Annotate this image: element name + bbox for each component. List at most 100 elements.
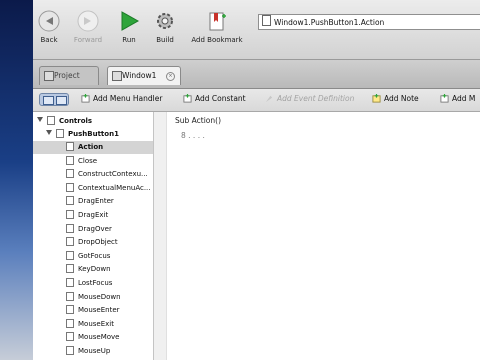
tab-project[interactable]: Project bbox=[39, 66, 99, 85]
event-item[interactable]: MouseDown bbox=[33, 291, 153, 304]
add-event-definition-button[interactable]: Add Event Definition bbox=[265, 94, 354, 103]
add-menu-handler-label: Add Menu Handler bbox=[93, 94, 163, 103]
event-item-label: DragEnter bbox=[78, 197, 114, 206]
event-method-icon bbox=[66, 332, 74, 342]
build-button[interactable]: Build bbox=[151, 10, 179, 44]
event-method-icon bbox=[66, 291, 74, 301]
event-item-label: ConstructContexu... bbox=[78, 170, 148, 179]
event-item-label: MouseDown bbox=[78, 292, 121, 301]
add-event-definition-icon bbox=[265, 95, 273, 103]
document-icon bbox=[262, 15, 271, 26]
event-item[interactable]: ContextualMenuAc... bbox=[33, 182, 153, 195]
ide-window: Back Forward Run Build Add Bookmark Wind… bbox=[33, 0, 480, 360]
bookmark-icon bbox=[209, 12, 226, 31]
disclosure-triangle-icon bbox=[46, 130, 52, 135]
event-item-label: MouseMove bbox=[78, 333, 120, 342]
event-item[interactable]: MouseEnter bbox=[33, 304, 153, 317]
controls-group[interactable]: Controls bbox=[37, 115, 92, 128]
event-item[interactable]: GotFocus bbox=[33, 250, 153, 263]
event-item-label: LostFocus bbox=[78, 279, 113, 287]
tab-project-label: Project bbox=[54, 71, 80, 80]
pushbutton1-label: PushButton1 bbox=[68, 130, 119, 138]
controls-label: Controls bbox=[59, 117, 93, 125]
add-method-button[interactable]: Add M bbox=[440, 94, 475, 103]
controls-icon bbox=[47, 116, 55, 125]
code-editor[interactable]: Sub Action() 8 . . . . bbox=[154, 112, 480, 360]
event-item-label: DragOver bbox=[78, 224, 112, 233]
run-button[interactable]: Run bbox=[117, 10, 141, 44]
back-button[interactable]: Back bbox=[37, 10, 61, 44]
event-method-icon bbox=[66, 223, 74, 233]
run-play-icon bbox=[121, 11, 140, 31]
event-item-label: Close bbox=[78, 156, 98, 165]
event-item[interactable]: DragEnter bbox=[33, 195, 153, 208]
event-item[interactable]: MouseExit bbox=[33, 318, 153, 331]
event-item[interactable]: MouseMove bbox=[33, 331, 153, 344]
tab-bar: Project Window1 × bbox=[33, 60, 480, 89]
event-item-label: MouseExit bbox=[78, 319, 114, 328]
add-event-definition-label: Add Event Definition bbox=[277, 94, 355, 103]
add-note-label: Add Note bbox=[384, 94, 419, 103]
toolbar: Back Forward Run Build Add Bookmark Wind… bbox=[33, 0, 480, 60]
editor-gutter bbox=[154, 112, 167, 360]
build-label: Build bbox=[156, 36, 174, 44]
event-item[interactable]: Close bbox=[33, 155, 153, 168]
add-menu-handler-button[interactable]: Add Menu Handler bbox=[81, 94, 162, 103]
code-line[interactable]: 8 . . . . bbox=[181, 131, 205, 140]
project-icon bbox=[44, 71, 54, 81]
event-item[interactable]: Action bbox=[33, 141, 153, 154]
forward-label: Forward bbox=[73, 36, 103, 44]
event-method-icon bbox=[66, 169, 74, 179]
event-item[interactable]: LostFocus bbox=[33, 277, 153, 290]
event-method-icon bbox=[66, 318, 74, 328]
add-method-icon bbox=[440, 94, 449, 103]
event-method-icon bbox=[66, 237, 74, 247]
view-toggle[interactable] bbox=[39, 93, 69, 106]
back-arrow-icon bbox=[38, 10, 60, 32]
forward-arrow-icon bbox=[77, 10, 99, 32]
event-method-icon bbox=[66, 264, 74, 274]
event-item-label: DragExit bbox=[78, 211, 109, 219]
event-method-icon bbox=[66, 278, 74, 287]
event-method-icon bbox=[66, 346, 74, 355]
add-constant-label: Add Constant bbox=[195, 94, 246, 103]
add-note-icon bbox=[372, 94, 381, 103]
event-method-icon bbox=[66, 210, 74, 219]
event-method-icon bbox=[66, 305, 74, 315]
location-field[interactable]: Window1.PushButton1.Action bbox=[258, 14, 480, 30]
code-view-icon bbox=[56, 96, 67, 105]
event-method-icon bbox=[66, 250, 74, 260]
add-menu-handler-icon bbox=[81, 94, 90, 103]
event-method-icon bbox=[66, 182, 74, 192]
event-method-icon bbox=[66, 196, 74, 206]
event-item-label: MouseUp bbox=[78, 347, 111, 355]
location-path: Window1.PushButton1.Action bbox=[274, 18, 385, 27]
window-icon bbox=[112, 71, 122, 81]
event-item-label: DropObject bbox=[78, 238, 118, 247]
add-constant-button[interactable]: Add Constant bbox=[183, 94, 246, 103]
event-item[interactable]: ConstructContexu... bbox=[33, 168, 153, 181]
action-bar: Add Menu Handler Add Constant Add Event … bbox=[33, 89, 480, 112]
build-gear-icon bbox=[157, 13, 173, 29]
disclosure-triangle-icon bbox=[37, 117, 43, 122]
add-constant-icon bbox=[183, 94, 192, 103]
tab-window1[interactable]: Window1 × bbox=[107, 66, 181, 85]
event-item[interactable]: KeyDown bbox=[33, 263, 153, 276]
add-note-button[interactable]: Add Note bbox=[372, 94, 419, 103]
desktop-background bbox=[0, 0, 33, 360]
close-tab-icon[interactable]: × bbox=[166, 72, 175, 81]
event-item[interactable]: DragExit bbox=[33, 209, 153, 222]
event-item-label: MouseEnter bbox=[78, 306, 120, 315]
list-view-icon bbox=[43, 96, 54, 105]
event-item[interactable]: DropObject bbox=[33, 236, 153, 249]
add-bookmark-label: Add Bookmark bbox=[191, 36, 243, 44]
event-item[interactable]: DragOver bbox=[33, 223, 153, 236]
method-signature: Sub Action() bbox=[175, 116, 221, 125]
event-item-label: KeyDown bbox=[78, 265, 111, 274]
forward-button[interactable]: Forward bbox=[70, 10, 106, 44]
event-item[interactable]: MouseUp bbox=[33, 345, 153, 358]
tab-window1-label: Window1 bbox=[122, 71, 157, 80]
back-label: Back bbox=[40, 36, 58, 44]
pushbutton1-group[interactable]: PushButton1 bbox=[46, 128, 119, 141]
add-bookmark-button[interactable]: Add Bookmark bbox=[187, 10, 247, 44]
